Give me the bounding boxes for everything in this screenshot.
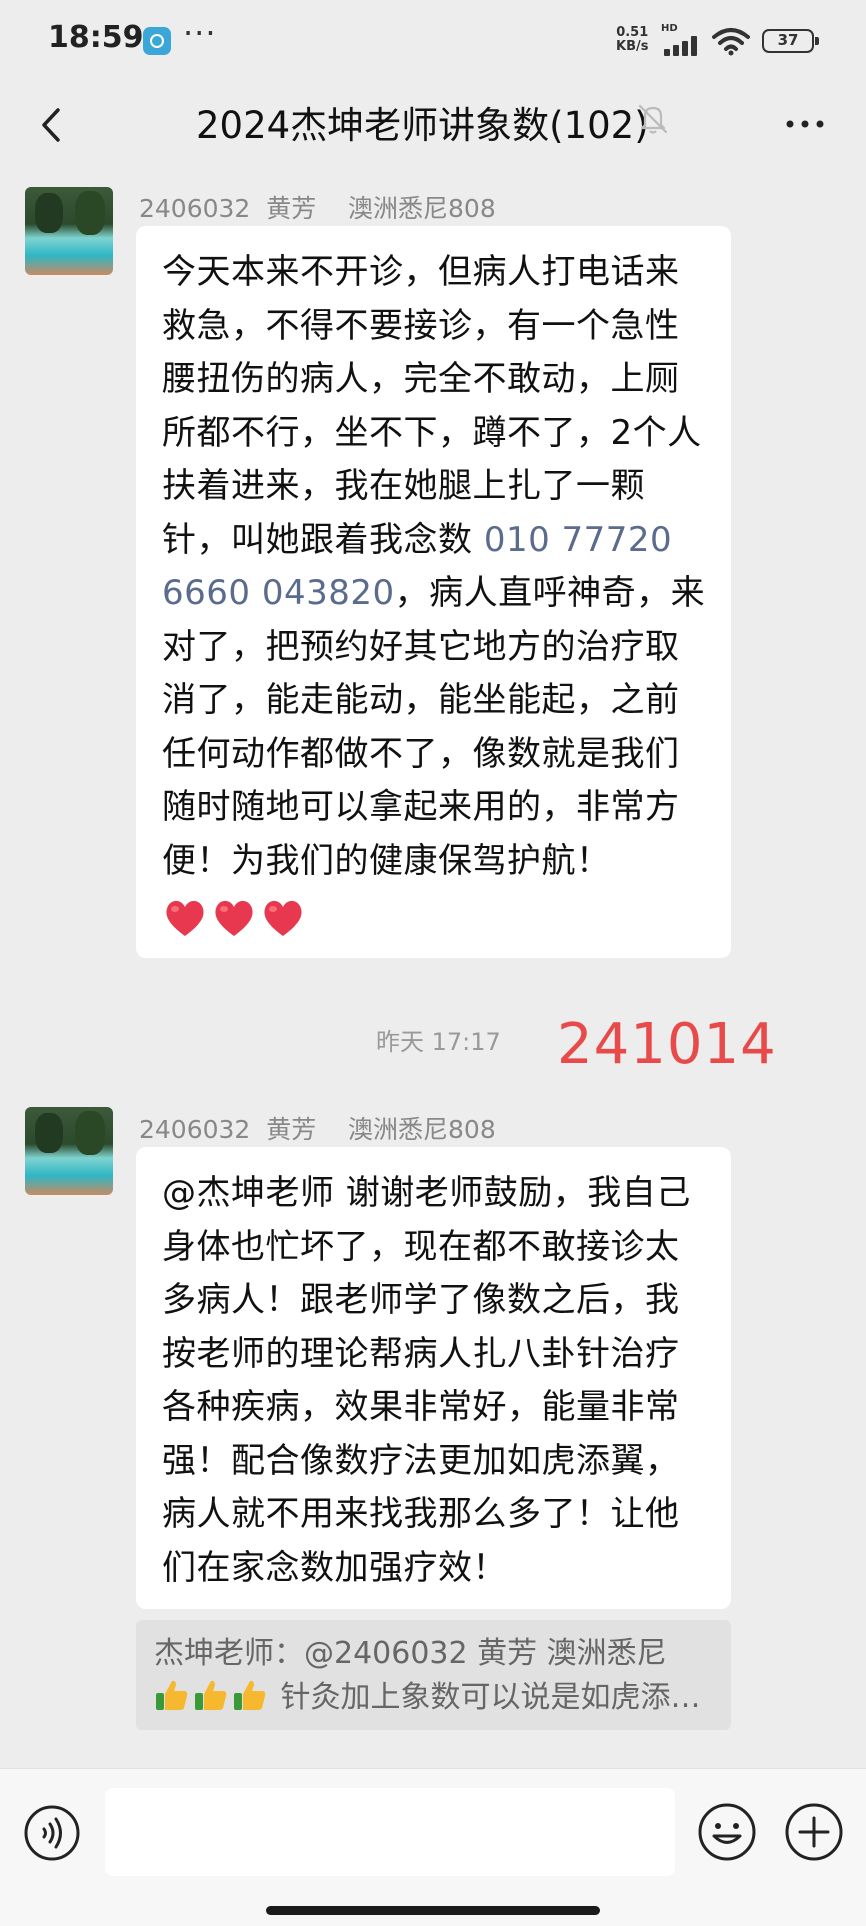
- chat-title: 2024杰坤老师讲象数(102): [196, 104, 649, 147]
- app-notification-icon: [143, 27, 171, 55]
- network-speed-unit: KB/s: [616, 39, 649, 54]
- battery-icon: 37: [762, 29, 819, 53]
- chat-header: 2024杰坤老师讲象数(102): [0, 82, 866, 172]
- chat-input-bar: [0, 1768, 866, 1926]
- bell-off-icon: [638, 104, 668, 134]
- network-speed: 0.51 KB/s: [616, 26, 648, 54]
- cell-signal-icon: [664, 34, 702, 56]
- message-text: @杰坤老师 谢谢老师鼓励，我自己身体也忙坏了，现在都不敢接诊太多病人！跟老师学了…: [162, 1173, 691, 1588]
- voice-input-icon[interactable]: [22, 1803, 82, 1863]
- network-speed-value: 0.51: [616, 25, 649, 40]
- thumbs-up-icon: [156, 1680, 188, 1710]
- message-input[interactable]: [105, 1788, 675, 1876]
- message-bubble[interactable]: @杰坤老师 谢谢老师鼓励，我自己身体也忙坏了，现在都不敢接诊太多病人！跟老师学了…: [136, 1147, 731, 1609]
- sender-avatar[interactable]: [25, 1107, 113, 1195]
- thumbs-up-icon: [234, 1680, 266, 1710]
- hd-indicator: HD: [661, 23, 678, 34]
- message-text: 今天本来不开诊，但病人打电话来救急，不得不要接诊，有一个急性腰扭伤的病人，完全不…: [162, 252, 702, 560]
- status-bar: 18:59 ··· 0.51 KB/s HD 37: [0, 0, 866, 82]
- wifi-icon: [712, 28, 750, 56]
- back-icon[interactable]: [28, 100, 78, 150]
- red-heart-icon: [215, 900, 253, 936]
- time-separator: 昨天 17:17: [376, 1028, 501, 1056]
- red-heart-icon: [264, 900, 302, 936]
- quote-line-2: 针灸加上象数可以说是如虎添…: [154, 1676, 713, 1720]
- thumbs-up-icon: [195, 1680, 227, 1710]
- message-bubble[interactable]: 今天本来不开诊，但病人打电话来救急，不得不要接诊，有一个急性腰扭伤的病人，完全不…: [136, 226, 731, 958]
- heart-emojis: [162, 890, 709, 940]
- sender-name: 2406032 黄芳 澳洲悉尼808: [139, 194, 496, 223]
- quoted-message[interactable]: 杰坤老师：@2406032 黄芳 澳洲悉尼 针灸加上象数可以说是如虎添…: [136, 1620, 731, 1730]
- date-annotation: 241014: [557, 1012, 777, 1077]
- red-heart-icon: [166, 900, 204, 936]
- quote-text: 针灸加上象数可以说是如虎添…: [271, 1680, 701, 1715]
- status-more-icon: ···: [183, 14, 217, 52]
- plus-circle-icon[interactable]: [783, 1801, 845, 1863]
- emoji-icon[interactable]: [696, 1801, 758, 1863]
- sender-avatar[interactable]: [25, 187, 113, 275]
- home-indicator[interactable]: [266, 1906, 600, 1915]
- sender-name: 2406032 黄芳 澳洲悉尼808: [139, 1115, 496, 1144]
- more-menu-icon[interactable]: [780, 104, 830, 144]
- message-text-continued: ，病人直呼神奇，来对了，把预约好其它地方的治疗取消了，能走能动，能坐能起，之前任…: [162, 573, 706, 881]
- status-time: 18:59: [48, 20, 144, 55]
- quote-line-1: 杰坤老师：@2406032 黄芳 澳洲悉尼: [154, 1636, 667, 1671]
